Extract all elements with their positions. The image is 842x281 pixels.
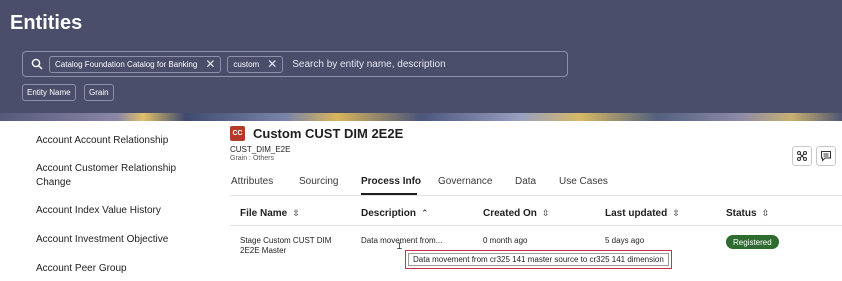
cell-created-on: 0 month ago [483, 236, 528, 245]
filter-grain-button[interactable]: Grain [84, 84, 114, 101]
tab-data[interactable]: Data [515, 176, 536, 187]
comment-icon [821, 151, 831, 162]
column-header-status[interactable]: Status ⇳ [726, 208, 769, 219]
tooltip-text: Data movement from cr325 141 master sour… [408, 253, 669, 266]
search-input[interactable]: Search by entity name, description [292, 59, 445, 70]
column-header-created-on[interactable]: Created On ⇳ [483, 208, 549, 219]
search-icon [31, 58, 43, 70]
column-header-description[interactable]: Description ⌃ [361, 208, 429, 219]
column-header-file-name[interactable]: File Name ⇳ [240, 208, 300, 219]
tab-process-info[interactable]: Process Info [361, 176, 421, 187]
sort-icon[interactable]: ⇳ [542, 208, 550, 218]
lineage-button[interactable] [792, 146, 812, 166]
sidebar-item[interactable]: Account Investment Objective [36, 233, 168, 247]
tab-use-cases[interactable]: Use Cases [559, 176, 608, 187]
entity-code: CUST_DIM_E2E [230, 145, 291, 154]
column-header-last-updated[interactable]: Last updated ⇳ [605, 208, 680, 219]
chip-label: Catalog Foundation Catalog for Banking [55, 59, 198, 69]
entity-title: Custom CUST DIM 2E2E [253, 126, 404, 141]
close-icon[interactable]: ✕ [267, 58, 277, 70]
tab-divider [230, 195, 842, 196]
sort-icon[interactable]: ⇳ [762, 208, 770, 218]
cell-last-updated: 5 days ago [605, 236, 645, 245]
cell-file-name[interactable]: Stage Custom CUST DIM 2E2E Master [240, 236, 331, 256]
status-badge: Registered [726, 235, 779, 249]
sidebar-item[interactable]: Account Index Value History [36, 204, 161, 218]
sort-icon[interactable]: ⇳ [672, 208, 680, 218]
sidebar-item[interactable]: Account Account Relationship [36, 134, 168, 148]
search-bar[interactable]: Catalog Foundation Catalog for Banking ✕… [22, 51, 568, 77]
entity-grain: Grain : Others [230, 155, 274, 162]
table-header-divider [230, 225, 842, 226]
text-cursor-icon: Ɪ [397, 241, 403, 251]
sort-ascending-icon[interactable]: ⌃ [421, 208, 429, 218]
sidebar-item[interactable]: Account Customer Relationship Change [36, 162, 206, 190]
page-title: Entities [10, 12, 83, 34]
sidebar-item[interactable]: Account Peer Group [36, 262, 127, 276]
filter-chip-custom[interactable]: custom ✕ [227, 55, 284, 73]
description-tooltip: Data movement from cr325 141 master sour… [405, 250, 672, 269]
comments-button[interactable] [816, 146, 836, 166]
network-icon [797, 151, 807, 161]
tab-attributes[interactable]: Attributes [231, 176, 273, 187]
decorative-banner [0, 113, 842, 121]
tab-governance[interactable]: Governance [438, 176, 492, 187]
filter-chip-catalog[interactable]: Catalog Foundation Catalog for Banking ✕ [49, 55, 222, 73]
close-icon[interactable]: ✕ [205, 58, 215, 70]
chip-label: custom [233, 59, 260, 69]
entity-badge: CC [230, 126, 245, 141]
page-header: Entities Catalog Foundation Catalog for … [0, 0, 842, 113]
sort-icon[interactable]: ⇳ [292, 208, 300, 218]
tab-sourcing[interactable]: Sourcing [299, 176, 338, 187]
filter-entity-name-button[interactable]: Entity Name [22, 84, 76, 101]
